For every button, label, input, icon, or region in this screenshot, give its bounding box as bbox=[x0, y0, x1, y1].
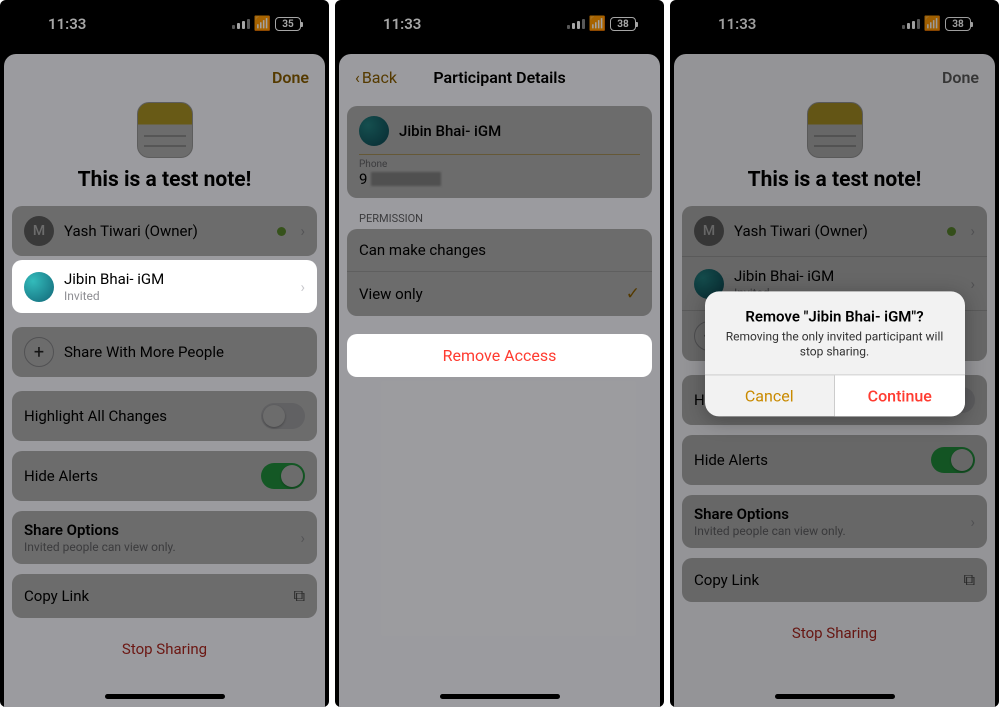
status-right: 📶 35 bbox=[232, 16, 301, 32]
hide-alerts-label: Hide Alerts bbox=[24, 467, 98, 485]
remove-alert: Remove "Jibin Bhai- iGM"? Removing the o… bbox=[705, 291, 965, 416]
screen-2-participant-details: 11:33 📶 38 ‹Back Participant Details Jib… bbox=[335, 0, 664, 707]
hide-alerts-toggle[interactable] bbox=[261, 463, 305, 489]
status-time: 11:33 bbox=[383, 15, 421, 33]
phone-label: Phone bbox=[359, 159, 640, 170]
owner-name: Yash Tiwari (Owner) bbox=[64, 222, 267, 240]
owner-row[interactable]: M Yash Tiwari (Owner) › bbox=[12, 206, 317, 256]
share-more-row[interactable]: + Share With More People bbox=[12, 327, 317, 377]
can-make-changes-row[interactable]: Can make changes bbox=[347, 229, 652, 271]
share-sheet: Done This is a test note! M Yash Tiwari … bbox=[4, 54, 325, 707]
stop-sharing-button[interactable]: Stop Sharing bbox=[4, 628, 325, 676]
remove-access-button[interactable]: Remove Access bbox=[347, 334, 652, 377]
permission-header: PERMISSION bbox=[339, 212, 660, 229]
highlight-changes-label: Highlight All Changes bbox=[24, 407, 167, 425]
wifi-icon: 📶 bbox=[254, 16, 271, 32]
participant-sheet: ‹Back Participant Details Jibin Bhai- iG… bbox=[339, 54, 660, 707]
back-button[interactable]: ‹Back bbox=[355, 68, 397, 87]
sheet-header: Done bbox=[4, 54, 325, 96]
continue-button[interactable]: Continue bbox=[835, 375, 965, 416]
highlight-changes-row[interactable]: Highlight All Changes bbox=[12, 391, 317, 441]
invitee-row-highlighted[interactable]: Jibin Bhai- iGM Invited › bbox=[12, 260, 317, 313]
invitee-avatar bbox=[24, 272, 54, 302]
home-indicator[interactable] bbox=[105, 694, 225, 699]
plus-icon: + bbox=[24, 337, 54, 367]
hide-alerts-row[interactable]: Hide Alerts bbox=[12, 451, 317, 501]
chevron-right-icon: › bbox=[300, 529, 305, 547]
share-options-row[interactable]: Share Options Invited people can view on… bbox=[12, 511, 317, 564]
invitee-status: Invited bbox=[64, 289, 290, 303]
share-options-label: Share Options bbox=[24, 521, 176, 539]
share-more-group: + Share With More People bbox=[12, 327, 317, 377]
share-options-sub: Invited people can view only. bbox=[24, 540, 176, 554]
alert-title: Remove "Jibin Bhai- iGM"? bbox=[719, 307, 951, 325]
status-right: 📶 38 bbox=[567, 16, 636, 32]
copy-link-icon: ⧉ bbox=[294, 586, 305, 606]
status-bar: 11:33 📶 35 bbox=[0, 0, 329, 48]
wifi-icon: 📶 bbox=[589, 16, 606, 32]
status-time: 11:33 bbox=[48, 15, 86, 33]
alert-message: Removing the only invited participant wi… bbox=[719, 329, 951, 360]
phone-value: 9 bbox=[359, 170, 640, 188]
permission-group: Can make changes View only ✓ bbox=[347, 229, 652, 316]
done-button[interactable]: Done bbox=[272, 68, 309, 87]
note-title: This is a test note! bbox=[4, 168, 325, 192]
battery-icon: 38 bbox=[610, 17, 636, 31]
redacted-phone bbox=[371, 172, 441, 186]
check-icon: ✓ bbox=[626, 284, 640, 304]
online-dot-icon bbox=[277, 227, 286, 236]
signal-icon bbox=[567, 19, 585, 29]
screen-1-share-sheet: 11:33 📶 35 Done This is a test note! M Y… bbox=[0, 0, 329, 707]
chevron-right-icon: › bbox=[300, 222, 305, 240]
contact-avatar bbox=[359, 116, 389, 146]
chevron-right-icon: › bbox=[300, 278, 305, 296]
copy-link-label: Copy Link bbox=[24, 587, 89, 605]
contact-name: Jibin Bhai- iGM bbox=[399, 122, 501, 140]
status-bar: 11:33 📶 38 bbox=[335, 0, 664, 48]
cancel-button[interactable]: Cancel bbox=[705, 375, 836, 416]
highlight-changes-toggle[interactable] bbox=[261, 403, 305, 429]
screen-3-confirm-remove: 11:33 📶 38 Done This is a test note! M Y… bbox=[670, 0, 999, 707]
participant-header: ‹Back Participant Details bbox=[339, 54, 660, 96]
share-more-label: Share With More People bbox=[64, 343, 305, 361]
invitee-name: Jibin Bhai- iGM bbox=[64, 270, 290, 288]
view-only-label: View only bbox=[359, 285, 423, 303]
chevron-left-icon: ‹ bbox=[355, 68, 360, 87]
copy-link-row[interactable]: Copy Link ⧉ bbox=[12, 574, 317, 618]
participants-group: M Yash Tiwari (Owner) › bbox=[12, 206, 317, 256]
home-indicator[interactable] bbox=[440, 694, 560, 699]
battery-icon: 35 bbox=[275, 17, 301, 31]
can-make-changes-label: Can make changes bbox=[359, 241, 486, 259]
signal-icon bbox=[232, 19, 250, 29]
notes-app-icon bbox=[137, 102, 193, 158]
view-only-row[interactable]: View only ✓ bbox=[347, 271, 652, 316]
contact-card: Jibin Bhai- iGM Phone 9 bbox=[347, 106, 652, 198]
owner-avatar: M bbox=[24, 216, 54, 246]
